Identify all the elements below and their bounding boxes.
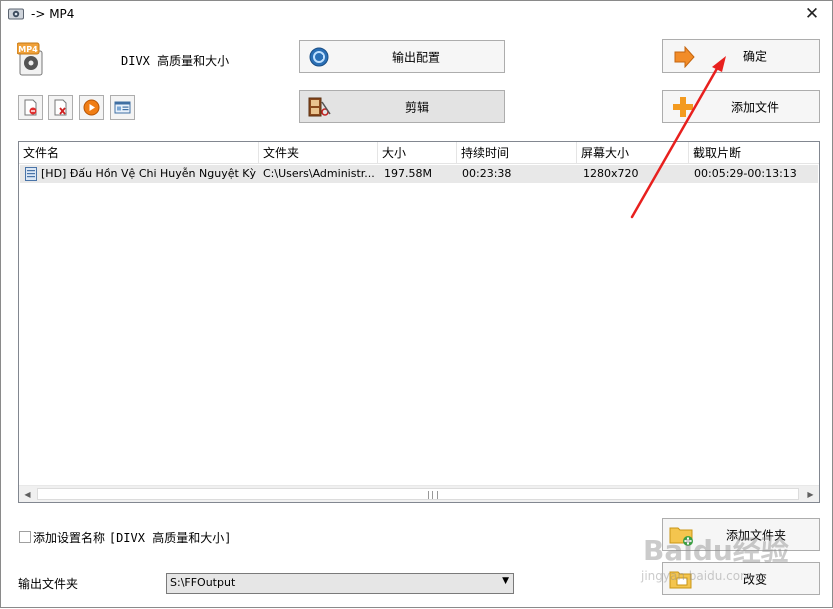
column-header-clip[interactable]: 截取片断	[689, 142, 819, 164]
edit-clip-label: 剪辑	[405, 100, 430, 114]
output-folder-select[interactable]: S:\FFOutput ▼	[166, 573, 514, 594]
film-scissors-icon	[308, 97, 331, 117]
column-header-resolution[interactable]: 屏幕大小	[577, 142, 689, 164]
converter-dialog: -> MP4 ✕ MP4 DIVX 高质量和大小 输出配置 剪辑 确定 添加文件…	[0, 0, 833, 608]
ok-button[interactable]: 确定	[662, 39, 820, 73]
scrollbar-thumb[interactable]	[37, 488, 799, 500]
chevron-down-icon: ▼	[502, 576, 509, 586]
preset-name: DIVX 高质量和大小	[121, 54, 230, 68]
change-folder-button[interactable]: 改变	[662, 562, 820, 595]
media-info-button[interactable]	[110, 95, 135, 120]
video-file-icon	[25, 167, 37, 181]
plus-icon	[673, 97, 693, 117]
add-file-label: 添加文件	[731, 100, 780, 114]
cell-duration: 00:23:38	[462, 167, 512, 180]
change-folder-label: 改变	[743, 572, 768, 586]
folder-add-icon	[669, 527, 693, 546]
settings-globe-icon	[309, 47, 329, 67]
clear-list-icon	[54, 99, 67, 116]
clear-list-button[interactable]	[48, 95, 73, 120]
add-setting-name-preset: [DIVX 高质量和大小]	[108, 531, 232, 545]
column-header-filename[interactable]: 文件名	[19, 142, 259, 164]
cell-folder: C:\Users\Administr...	[263, 167, 375, 180]
folder-open-icon	[669, 571, 692, 589]
cell-resolution: 1280x720	[583, 167, 639, 180]
horizontal-scrollbar[interactable]: ◀ ▶	[19, 485, 819, 502]
add-folder-button[interactable]: 添加文件夹	[662, 518, 820, 551]
remove-file-icon	[24, 99, 37, 116]
play-icon	[83, 99, 100, 116]
window-title: -> MP4	[31, 7, 75, 21]
column-header-duration[interactable]: 持续时间	[457, 142, 577, 164]
file-list[interactable]: 文件名 文件夹 大小 持续时间 屏幕大小 截取片断 [HD] Đấu Hồn V…	[18, 141, 820, 503]
output-config-button[interactable]: 输出配置	[299, 40, 505, 73]
column-header-folder[interactable]: 文件夹	[259, 142, 378, 164]
cell-filename: [HD] Đấu Hồn Vệ Chi Huyễn Nguyệt Kỳ Du..…	[41, 167, 257, 180]
media-info-icon	[114, 101, 131, 114]
add-setting-name-label: 添加设置名称 [DIVX 高质量和大小]	[33, 531, 232, 545]
scrollbar-grip	[428, 491, 438, 499]
cell-clip-range: 00:05:29-00:13:13	[694, 167, 797, 180]
arrow-right-icon	[674, 46, 695, 68]
mp4-format-icon: MP4	[17, 42, 43, 76]
add-folder-label: 添加文件夹	[726, 528, 787, 542]
svg-text:MP4: MP4	[18, 45, 38, 54]
output-config-label: 输出配置	[392, 50, 441, 64]
cell-size: 197.58M	[384, 167, 432, 180]
app-icon	[8, 8, 24, 20]
add-file-button[interactable]: 添加文件	[662, 90, 820, 123]
title-bar: -> MP4 ✕	[1, 1, 832, 29]
output-folder-label: 输出文件夹	[18, 577, 79, 591]
close-button[interactable]: ✕	[802, 4, 822, 24]
file-list-header: 文件名 文件夹 大小 持续时间 屏幕大小 截取片断	[19, 142, 819, 164]
scroll-right-icon[interactable]: ▶	[802, 486, 819, 502]
edit-clip-button[interactable]: 剪辑	[299, 90, 505, 123]
table-row[interactable]: [HD] Đấu Hồn Vệ Chi Huyễn Nguyệt Kỳ Du..…	[20, 165, 818, 183]
column-header-size[interactable]: 大小	[378, 142, 457, 164]
output-folder-value: S:\FFOutput	[170, 576, 236, 589]
add-setting-name-checkbox[interactable]	[19, 531, 31, 543]
play-button[interactable]	[79, 95, 104, 120]
scroll-left-icon[interactable]: ◀	[19, 486, 36, 502]
ok-label: 确定	[743, 49, 768, 64]
remove-file-button[interactable]	[18, 95, 43, 120]
